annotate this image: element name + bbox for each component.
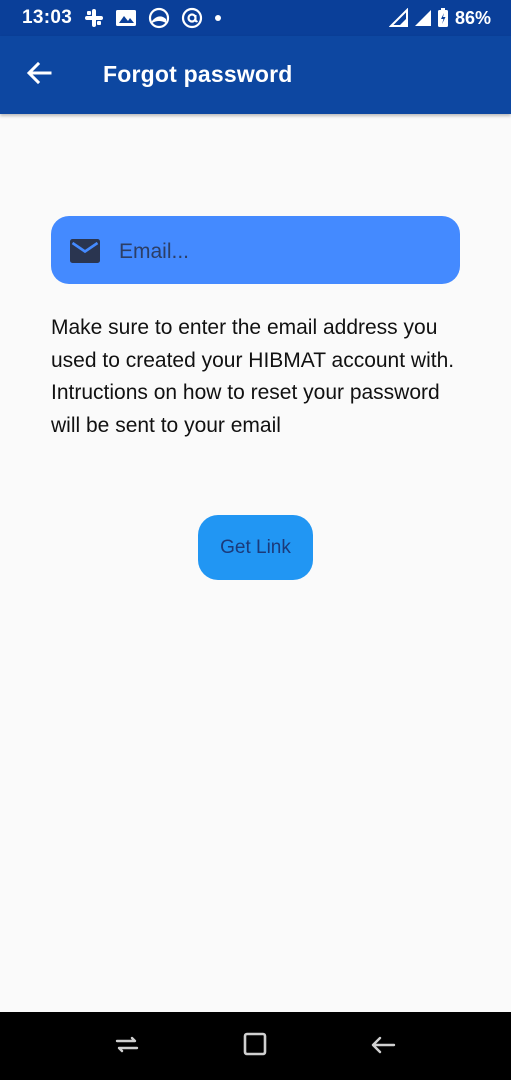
email-field[interactable] [51, 216, 460, 286]
battery-percent: 86% [454, 7, 491, 28]
instructions-line-2: Intructions on how to reset your passwor… [51, 381, 440, 437]
system-back-button[interactable] [363, 1026, 403, 1066]
browser-icon [148, 7, 170, 29]
notification-icons [84, 7, 222, 29]
status-bar: 13:03 86% [0, 0, 511, 36]
instructions-line-1: Make sure to enter the email address you… [51, 316, 455, 372]
arrow-left-icon [26, 60, 52, 91]
battery-icon [437, 8, 449, 28]
back-arrow-icon [370, 1033, 396, 1060]
home-square-icon [243, 1032, 267, 1061]
mail-icon [69, 238, 101, 264]
at-sign-icon [181, 7, 203, 29]
instructions-text: Make sure to enter the email address you… [51, 312, 471, 442]
status-right: 86% [388, 7, 491, 29]
recents-button[interactable] [107, 1026, 147, 1066]
signal-icon-2 [413, 8, 433, 28]
signal-icon [388, 8, 409, 28]
image-icon [115, 8, 137, 28]
back-button[interactable] [16, 52, 62, 98]
status-time: 13:03 [22, 7, 73, 28]
page-title: Forgot password [103, 61, 293, 87]
slack-icon [84, 8, 104, 28]
get-link-button[interactable]: Get Link [198, 515, 313, 580]
home-button[interactable] [235, 1026, 275, 1066]
app-bar: Forgot password [0, 36, 511, 114]
recents-icon [113, 1032, 141, 1061]
dot-icon [214, 14, 222, 22]
system-nav-bar [0, 1012, 511, 1080]
email-input[interactable] [119, 216, 449, 286]
